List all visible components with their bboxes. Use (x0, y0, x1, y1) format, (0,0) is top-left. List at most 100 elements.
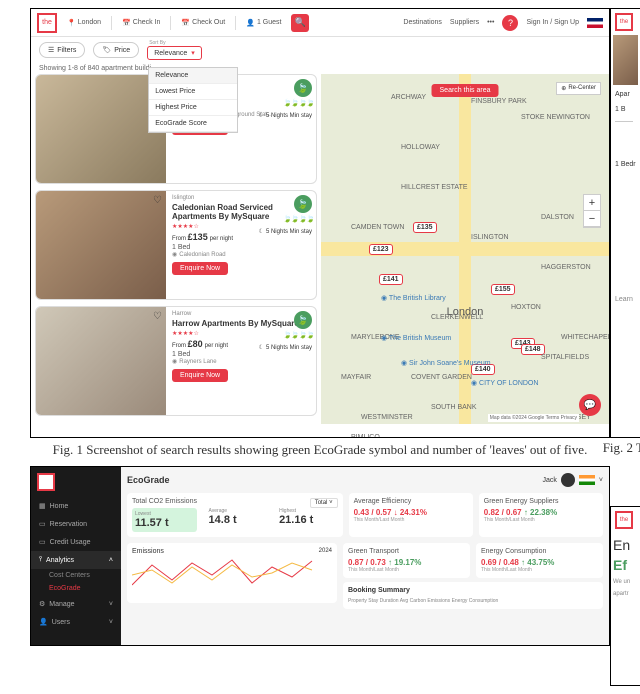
filters-button[interactable]: ☰Filters (39, 42, 85, 58)
brand-logo[interactable]: the (37, 13, 57, 33)
metric-efficiency: Average Efficiency 0.43 / 0.57 ↓ 24.31% … (349, 493, 473, 537)
checkout-field[interactable]: 📅Check Out (175, 17, 231, 29)
listing-image: ♡ (36, 75, 166, 183)
area-label: HILLCREST ESTATE (401, 184, 468, 191)
poi-label: ◉ The British Museum (381, 334, 451, 342)
search-area-button[interactable]: Search this area (432, 84, 499, 97)
help-icon[interactable]: ? (502, 15, 518, 31)
ecograde-badge: 🍃 (294, 195, 312, 213)
area-label: MAYFAIR (341, 374, 371, 381)
signin-link[interactable]: Sign In / Sign Up (526, 19, 579, 26)
listing-image: ♡ (36, 307, 166, 415)
map-attribution: Map data ©2024 Google Terms Privacy (488, 414, 579, 422)
price-pin[interactable]: £141 (379, 274, 403, 285)
nav-manage[interactable]: ⚙Manage˅ (31, 595, 121, 613)
nav-home[interactable]: ▦Home (31, 497, 121, 515)
flag-icon[interactable] (579, 475, 595, 485)
flag-icon[interactable] (587, 18, 603, 28)
user-icon: 👤 (39, 618, 48, 626)
poi-label: ◉ CITY OF LONDON (471, 379, 538, 387)
location-field[interactable]: 📍London (61, 17, 107, 29)
filter-icon: ☰ (48, 46, 54, 54)
zoom-out-button[interactable]: − (584, 211, 600, 227)
ecograde-badge: 🍃 (294, 311, 312, 329)
ecograde-badge: 🍃 (294, 79, 312, 97)
area-label: FINSBURY PARK (471, 98, 527, 105)
enquire-button[interactable]: Enquire Now (172, 369, 228, 382)
nav-suppliers[interactable]: Suppliers (450, 19, 479, 26)
area-label: ARCHWAY (391, 94, 426, 101)
filter-toolbar: ☰Filters 🏷Price Sort By Relevance▾ Relev… (31, 37, 609, 63)
dashboard: EcoGrade Jack˅ Total CO2 EmissionsTotal … (121, 467, 609, 645)
sort-option[interactable]: Lowest Price (149, 84, 237, 100)
sort-dropdown[interactable]: Relevance▾ Relevance Lowest Price Highes… (147, 46, 202, 60)
ecograde-leaves: 🍃🍃🍃🍃 (283, 331, 314, 339)
brand-logo[interactable] (37, 473, 55, 491)
price-pin[interactable]: £123 (369, 244, 393, 255)
sort-option[interactable]: EcoGrade Score (149, 116, 237, 132)
page-title: EcoGrade (127, 475, 170, 485)
chevron-down-icon: ˅ (109, 619, 113, 626)
area-label: CAMDEN TOWN (351, 224, 404, 231)
person-icon: 👤 (246, 19, 255, 27)
area-label: HOLLOWAY (401, 144, 440, 151)
nav-cost-centers[interactable]: Cost Centers (31, 569, 121, 582)
search-results-screenshot: the 📍London 📅Check In 📅Check Out 👤1 Gues… (30, 8, 610, 438)
nav-reservation[interactable]: ▭Reservation (31, 515, 121, 533)
station-icon: ◉ (172, 358, 177, 365)
heart-icon[interactable]: ♡ (153, 311, 162, 322)
enquire-button[interactable]: Enquire Now (172, 262, 228, 275)
card-icon: ▭ (39, 538, 46, 546)
nav-analytics[interactable]: ⫯Analytics˄ (31, 551, 121, 569)
chevron-up-icon: ˄ (109, 557, 113, 564)
nav-destinations[interactable]: Destinations (403, 19, 442, 26)
sort-option[interactable]: Relevance (149, 68, 237, 84)
chevron-down-icon: ˅ (109, 601, 113, 608)
user-name: Jack (543, 477, 557, 484)
pin-icon: 📍 (67, 19, 76, 27)
cropped-screenshot-right-2: the En Ef We un apartr (610, 506, 640, 686)
price-pin[interactable]: £155 (491, 284, 515, 295)
ecograde-leaves: 🍃🍃🍃🍃 (283, 215, 314, 223)
price-pin[interactable]: £135 (413, 222, 437, 233)
co2-select[interactable]: Total ˅ (310, 498, 338, 508)
heart-icon[interactable]: ♡ (153, 195, 162, 206)
analytics-screenshot: ▦Home ▭Reservation ▭Credit Usage ⫯Analyt… (30, 466, 610, 646)
nav-users[interactable]: 👤Users˅ (31, 613, 121, 631)
listing-card[interactable]: ♡ 🍃 🍃🍃🍃🍃 ☾5 Nights Min stay Harrow Harro… (35, 306, 317, 416)
area-label: SPITALFIELDS (541, 354, 589, 361)
area-label: WESTMINSTER (361, 414, 413, 421)
booking-summary-card: Booking Summary Property Stay Duration A… (343, 582, 603, 609)
area-label: WHITECHAPEL (561, 334, 610, 341)
metric-green-energy: Green Energy Suppliers 0.82 / 0.67 ↑ 22.… (479, 493, 603, 537)
top-bar: the 📍London 📅Check In 📅Check Out 👤1 Gues… (31, 9, 609, 37)
avatar[interactable] (561, 473, 575, 487)
calendar-icon: 📅 (122, 19, 131, 27)
area-label: PIMLICO (351, 434, 380, 438)
more-menu[interactable]: ••• (487, 19, 494, 26)
area-label: CLERKENWELL (431, 314, 483, 321)
checkin-field[interactable]: 📅Check In (116, 17, 166, 29)
chart-icon: ⫯ (39, 556, 42, 564)
zoom-in-button[interactable]: + (584, 195, 600, 211)
results-count: Showing 1-8 of 840 apartment buildi (31, 63, 609, 74)
listing-card[interactable]: ♡ 🍃 🍃🍃🍃🍃 ☾5 Nights Min stay Islington Ca… (35, 190, 317, 300)
station-icon: ◉ (172, 251, 177, 258)
area-label: DALSTON (541, 214, 574, 221)
ecograde-leaves: 🍃🍃🍃🍃 (283, 99, 314, 107)
area-label: STOKE NEWINGTON (521, 114, 590, 121)
nav-ecograde[interactable]: EcoGrade (31, 582, 121, 595)
chat-button[interactable]: 💬 (579, 394, 601, 416)
zoom-control: + − (583, 194, 601, 228)
guests-field[interactable]: 👤1 Guest (240, 17, 287, 29)
map-panel[interactable]: Search this area ⊕Re-Center + − London £… (321, 74, 609, 424)
nav-credit[interactable]: ▭Credit Usage (31, 533, 121, 551)
co2-emissions-card: Total CO2 EmissionsTotal ˅ Lowest11.57 t… (127, 493, 343, 537)
search-button[interactable]: 🔍 (291, 14, 309, 32)
price-button[interactable]: 🏷Price (93, 42, 139, 58)
sort-menu: Relevance Lowest Price Highest Price Eco… (148, 67, 238, 133)
sort-option[interactable]: Highest Price (149, 100, 237, 116)
figure-caption: Fig. 2 T (603, 440, 640, 456)
recenter-button[interactable]: ⊕Re-Center (556, 82, 601, 95)
figure-caption: Fig. 1 Screenshot of search results show… (40, 442, 600, 458)
